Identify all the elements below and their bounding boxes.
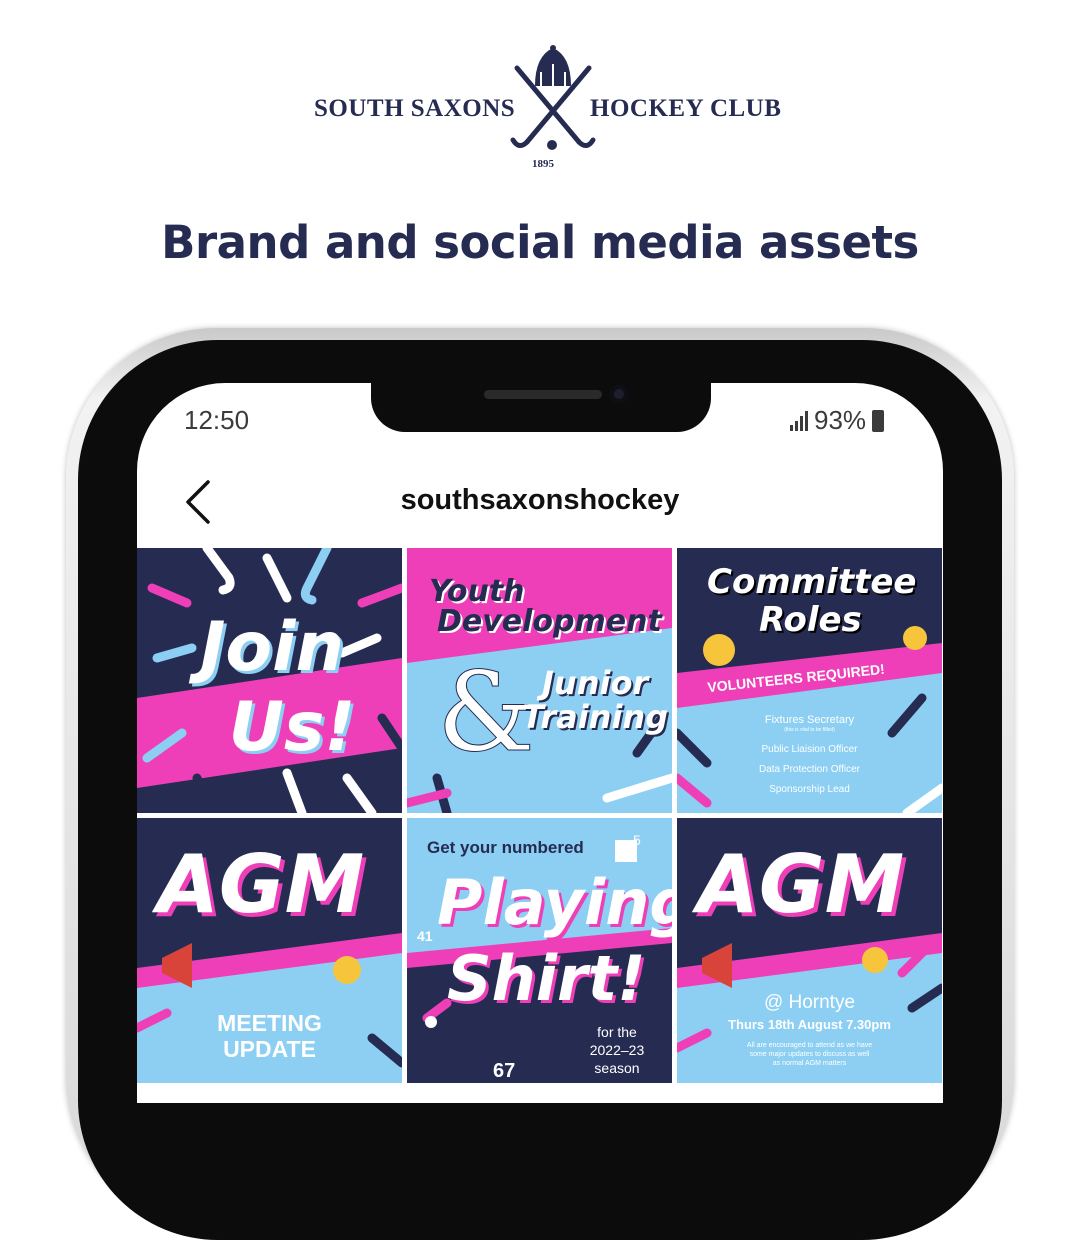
person-raising-hand-icon (333, 956, 361, 984)
post-youth-development[interactable]: Youth Development & Junior Training (407, 548, 672, 813)
post-agm-update[interactable]: AGM MEETING UPDATE (137, 818, 402, 1083)
person-raising-hand-icon (862, 947, 888, 973)
post-note-line3: as normal AGM matters (772, 1060, 847, 1067)
club-name-right: HOCKEY CLUB (590, 95, 782, 122)
post-headline: AGM (697, 838, 905, 931)
post-headline-line2: Development (437, 604, 662, 639)
battery-icon (872, 409, 885, 432)
post-headline-line3: Junior (542, 664, 649, 702)
waving-hand-icon (903, 626, 927, 650)
role-item: Public Liaision Officer (761, 744, 858, 755)
earpiece-speaker (484, 390, 602, 399)
front-camera (610, 385, 628, 403)
post-subtitle-line1: MEETING (217, 1010, 322, 1036)
page-title: Brand and social media assets (161, 216, 919, 269)
post-note-line1: All are encouraged to attend as we have (746, 1042, 873, 1049)
role-item: Sponsorship Lead (769, 784, 850, 795)
role-item: Data Protection Officer (759, 764, 860, 775)
status-time: 12:50 (184, 405, 250, 435)
status-indicators: 93% (790, 405, 885, 436)
post-headline-line1: Join (200, 608, 344, 687)
post-headline-line2: Shirt! (447, 942, 646, 1015)
post-agm-horntye[interactable]: AGM @ Horntye Thurs 18th August 7.30pm A… (677, 818, 942, 1083)
post-ampersand: & (437, 648, 536, 777)
post-headline-line1: Committee (707, 562, 917, 602)
post-join-us[interactable]: Join Us! (137, 548, 402, 813)
post-headline-line2: Us! (228, 688, 356, 767)
post-committee-roles[interactable]: Committee Roles VOLUNTEERS REQUIRED! Fix… (677, 548, 942, 813)
profile-username: southsaxonshockey (400, 484, 680, 516)
club-logo: SOUTH SAXONS HOCKEY CLUB 1895 (300, 40, 782, 180)
post-headline-line2: Roles (759, 600, 862, 640)
post-intro: Get your numbered (427, 838, 584, 857)
signal-icon (790, 410, 808, 431)
post-venue: @ Horntye (763, 992, 856, 1013)
post-note-line2: some major updates to discuss as well (749, 1051, 870, 1058)
post-date: Thurs 18th August 7.30pm (728, 1017, 891, 1032)
role-item: Fixtures Secretary (764, 714, 855, 726)
battery-percent: 93% (814, 405, 867, 435)
shirt-number: 5 (633, 832, 641, 848)
post-subtitle-line2: UPDATE (223, 1036, 316, 1062)
club-name-left: SOUTH SAXONS (314, 95, 516, 122)
post-playing-shirt[interactable]: Get your numbered 5 Playing 41 Shirt! fo… (407, 818, 672, 1083)
waving-hand-icon (703, 634, 735, 666)
post-headline: AGM (157, 838, 365, 931)
shirt-number: 41 (417, 928, 433, 944)
founding-year: 1895 (532, 158, 554, 170)
post-headline-line1: Playing (437, 866, 672, 939)
role-note: (this is vital to be filled) (784, 727, 835, 733)
post-headline-line4: Training (522, 698, 669, 736)
post-footer-line1: for the (597, 1024, 637, 1040)
phone-notch (371, 380, 711, 432)
crossed-sticks-helmet-icon (510, 45, 596, 150)
post-footer-line2: 2022–23 (589, 1042, 645, 1058)
post-footer-line3: season (594, 1060, 640, 1076)
